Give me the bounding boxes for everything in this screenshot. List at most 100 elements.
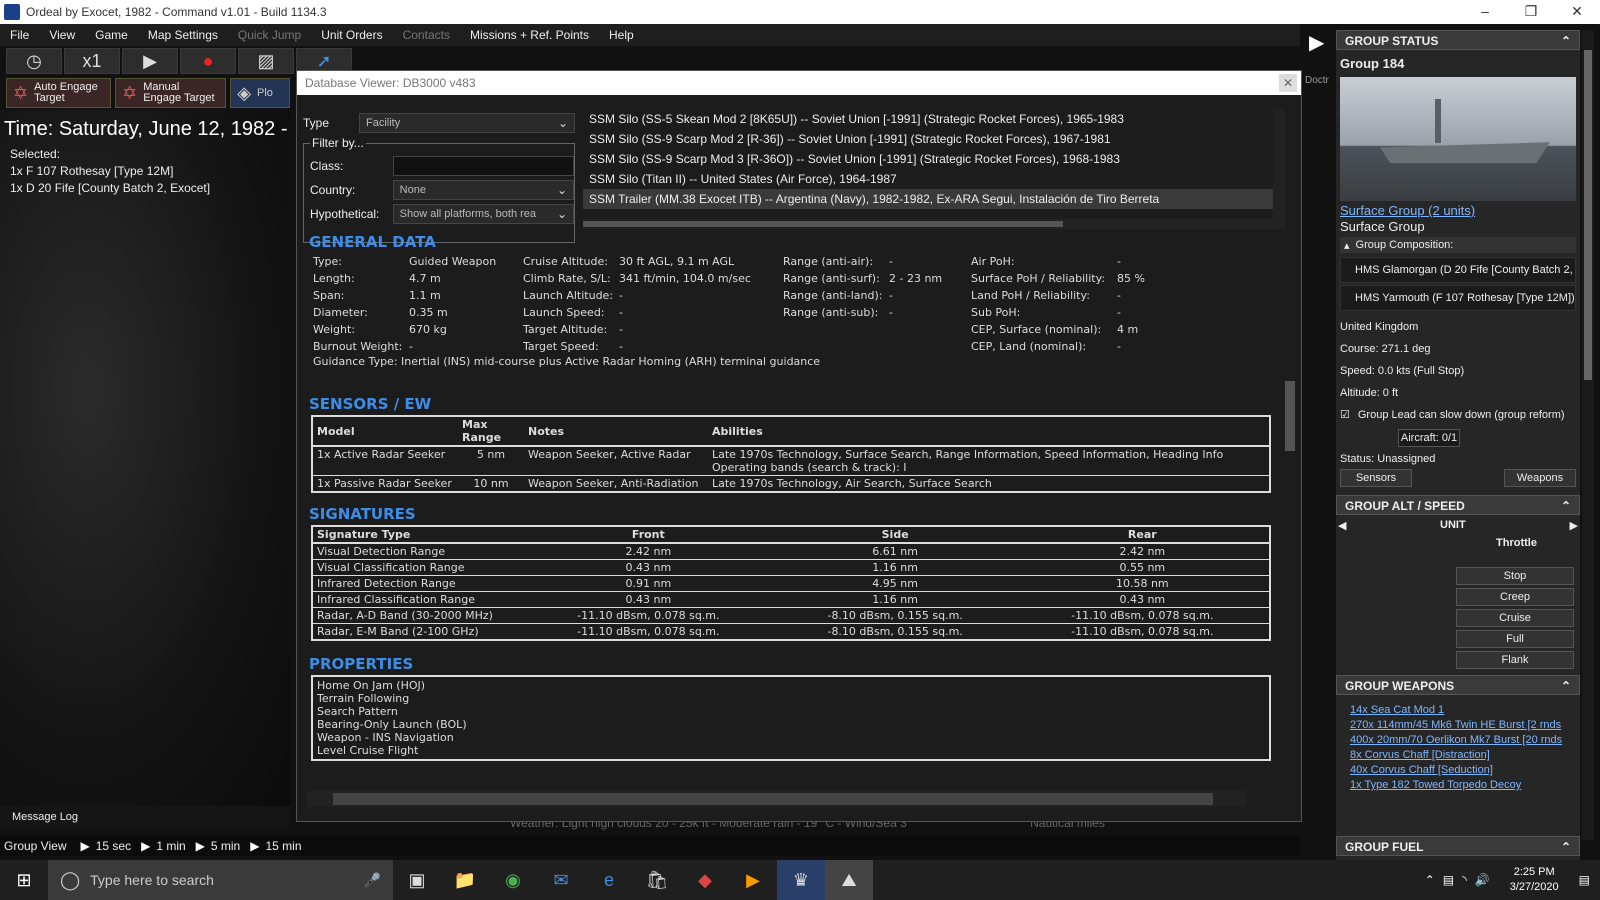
results-list: SSM Silo (SS-5 Skean Mod 2 [8K65U]) -- S…: [583, 109, 1285, 229]
collapse-icon[interactable]: ▴: [1344, 239, 1350, 252]
scroll-thumb[interactable]: [583, 221, 1063, 227]
speed-cruise-button[interactable]: Cruise: [1456, 609, 1574, 627]
manual-engage-button[interactable]: ✡ Manual Engage Target: [115, 78, 227, 108]
group-status-header[interactable]: GROUP STATUS ⌃: [1336, 30, 1580, 50]
composition-item[interactable]: HMS Yarmouth (F 107 Rothesay [Type 12M]): [1340, 285, 1576, 311]
details-vertical-scrollbar[interactable]: [1283, 241, 1297, 781]
step-5min-button[interactable]: 5 min: [211, 839, 240, 853]
aircraft-count[interactable]: Aircraft: 0/1: [1398, 429, 1460, 447]
dialog-close-icon[interactable]: ✕: [1279, 74, 1297, 92]
chevron-right-icon[interactable]: ▶: [1570, 519, 1578, 532]
menu-unit-orders[interactable]: Unit Orders: [311, 28, 392, 42]
title-bar: Ordeal by Exocet, 1982 - Command v1.01 -…: [0, 0, 1600, 24]
clock-button[interactable]: ◷: [6, 48, 62, 74]
speed-creep-button[interactable]: Creep: [1456, 588, 1574, 606]
collapse-icon[interactable]: ⌃: [1561, 31, 1571, 51]
weapons-button[interactable]: Weapons: [1504, 469, 1576, 487]
weapon-link[interactable]: 270x 114mm/45 Mk6 Twin HE Burst [2 rnds: [1350, 718, 1580, 733]
weapon-link[interactable]: 14x Sea Cat Mod 1: [1350, 703, 1580, 718]
scroll-thumb[interactable]: [1584, 50, 1592, 380]
menu-view[interactable]: View: [39, 28, 85, 42]
chevron-left-icon[interactable]: ◀: [1338, 519, 1346, 532]
panel-scrollbar[interactable]: [1582, 30, 1594, 840]
task-view-icon[interactable]: ▣: [393, 860, 441, 900]
step-15min-button[interactable]: 15 min: [265, 839, 301, 853]
menu-missions[interactable]: Missions + Ref. Points: [460, 28, 599, 42]
type-select[interactable]: Facility ⌄: [359, 113, 575, 133]
list-item[interactable]: SSM Silo (SS-5 Skean Mod 2 [8K65U]) -- S…: [583, 109, 1285, 129]
play-arrow-icon[interactable]: ▶: [1309, 30, 1335, 55]
weapon-link[interactable]: 1x Type 182 Towed Torpedo Decoy: [1350, 778, 1580, 793]
media-player-icon[interactable]: ▶: [729, 860, 777, 900]
record-button[interactable]: ●: [180, 48, 236, 74]
restore-icon[interactable]: ❐: [1508, 0, 1554, 24]
group-link[interactable]: Surface Group (2 units): [1340, 203, 1576, 218]
speed-button[interactable]: x1: [64, 48, 120, 74]
chrome-icon[interactable]: ◉: [489, 860, 537, 900]
alt-speed-header[interactable]: GROUP ALT / SPEED ⌃: [1336, 495, 1580, 515]
message-log-button[interactable]: Message Log: [0, 806, 290, 828]
auto-engage-button[interactable]: ✡ Auto Engage Target: [6, 78, 112, 108]
weapons-list: 14x Sea Cat Mod 1 270x 114mm/45 Mk6 Twin…: [1336, 703, 1580, 793]
minimize-icon[interactable]: –: [1462, 0, 1508, 24]
sensors-button[interactable]: Sensors: [1340, 469, 1412, 487]
list-item[interactable]: SSM Silo (SS-9 Scarp Mod 3 [R-36O]) -- S…: [583, 149, 1285, 169]
hypothetical-select[interactable]: Show all platforms, both rea ⌄: [392, 204, 574, 224]
close-icon[interactable]: ✕: [1554, 0, 1600, 24]
volume-icon[interactable]: 🔊: [1475, 873, 1490, 887]
status-buttons: Sensors Weapons: [1340, 469, 1576, 487]
collapse-icon[interactable]: ⌃: [1561, 676, 1571, 696]
step-15sec-button[interactable]: 15 sec: [96, 839, 131, 853]
country-select[interactable]: None ⌄: [392, 180, 574, 200]
menu-game[interactable]: Game: [85, 28, 138, 42]
speed-full-button[interactable]: Full: [1456, 630, 1574, 648]
play-button[interactable]: ▶: [122, 48, 178, 74]
command-app-icon[interactable]: ⛰: [825, 860, 873, 900]
store-icon[interactable]: 🛍: [633, 860, 681, 900]
list-item-selected[interactable]: SSM Trailer (MM.38 Exocet ITB) -- Argent…: [583, 189, 1285, 209]
network-icon[interactable]: ▤: [1443, 873, 1454, 887]
dialog-header: Database Viewer: DB3000 v483 ✕: [297, 71, 1301, 95]
edge-icon[interactable]: e: [585, 860, 633, 900]
fuel-header[interactable]: GROUP FUEL ⌃: [1336, 836, 1580, 856]
checkbox-icon[interactable]: ☑: [1340, 407, 1350, 423]
details-horizontal-scrollbar[interactable]: [307, 791, 1247, 807]
taskbar-search[interactable]: ◯ Type here to search 🎤: [48, 860, 393, 900]
menu-contacts[interactable]: Contacts: [393, 28, 460, 42]
step-1min-button[interactable]: 1 min: [156, 839, 185, 853]
collapse-icon[interactable]: ⌃: [1561, 837, 1571, 857]
wifi-icon[interactable]: ◝: [1462, 873, 1467, 887]
results-horizontal-scrollbar[interactable]: [583, 219, 1273, 229]
microphone-icon[interactable]: 🎤: [364, 872, 381, 889]
scroll-thumb[interactable]: [1285, 381, 1295, 451]
weapons-header[interactable]: GROUP WEAPONS ⌃: [1336, 675, 1580, 695]
class-input[interactable]: [392, 156, 574, 176]
weapon-link[interactable]: 400x 20mm/70 Oerlikon Mk7 Burst [20 rnds: [1350, 733, 1580, 748]
weapon-link[interactable]: 8x Corvus Chaff [Distraction]: [1350, 748, 1580, 763]
results-vertical-scrollbar[interactable]: [1273, 109, 1285, 229]
speed-stop-button[interactable]: Stop: [1456, 567, 1574, 585]
scroll-thumb[interactable]: [333, 793, 1213, 805]
notifications-icon[interactable]: ▤: [1579, 873, 1590, 887]
menu-file[interactable]: File: [0, 28, 39, 42]
windows-start-icon[interactable]: ⊞: [0, 870, 48, 891]
list-item[interactable]: SSM Silo (SS-9 Scarp Mod 2 [R-36]) -- So…: [583, 129, 1285, 149]
menu-help[interactable]: Help: [599, 28, 644, 42]
composition-item[interactable]: HMS Glamorgan (D 20 Fife [County Batch 2…: [1340, 257, 1576, 283]
list-item[interactable]: SSM Silo (Titan II) -- United States (Ai…: [583, 169, 1285, 189]
matrix-app-icon[interactable]: ♛: [777, 860, 825, 900]
mail-icon[interactable]: ✉: [537, 860, 585, 900]
plot-button[interactable]: ◈ Plo: [230, 78, 291, 108]
weapon-link[interactable]: 40x Corvus Chaff [Seduction]: [1350, 763, 1580, 778]
file-explorer-icon[interactable]: 📁: [441, 860, 489, 900]
clock[interactable]: 2:25 PM 3/27/2020: [1510, 865, 1559, 895]
map-view[interactable]: Time: Saturday, June 12, 1982 - Selected…: [0, 110, 290, 810]
composition-header[interactable]: ▴ Group Composition:: [1340, 237, 1576, 253]
unit-button[interactable]: ▨: [238, 48, 294, 74]
speed-flank-button[interactable]: Flank: [1456, 651, 1574, 669]
app-icon[interactable]: ◆: [681, 860, 729, 900]
menu-quick-jump[interactable]: Quick Jump: [228, 28, 311, 42]
collapse-icon[interactable]: ⌃: [1561, 496, 1571, 516]
chevron-up-icon[interactable]: ⌃: [1425, 873, 1435, 887]
menu-map-settings[interactable]: Map Settings: [138, 28, 228, 42]
